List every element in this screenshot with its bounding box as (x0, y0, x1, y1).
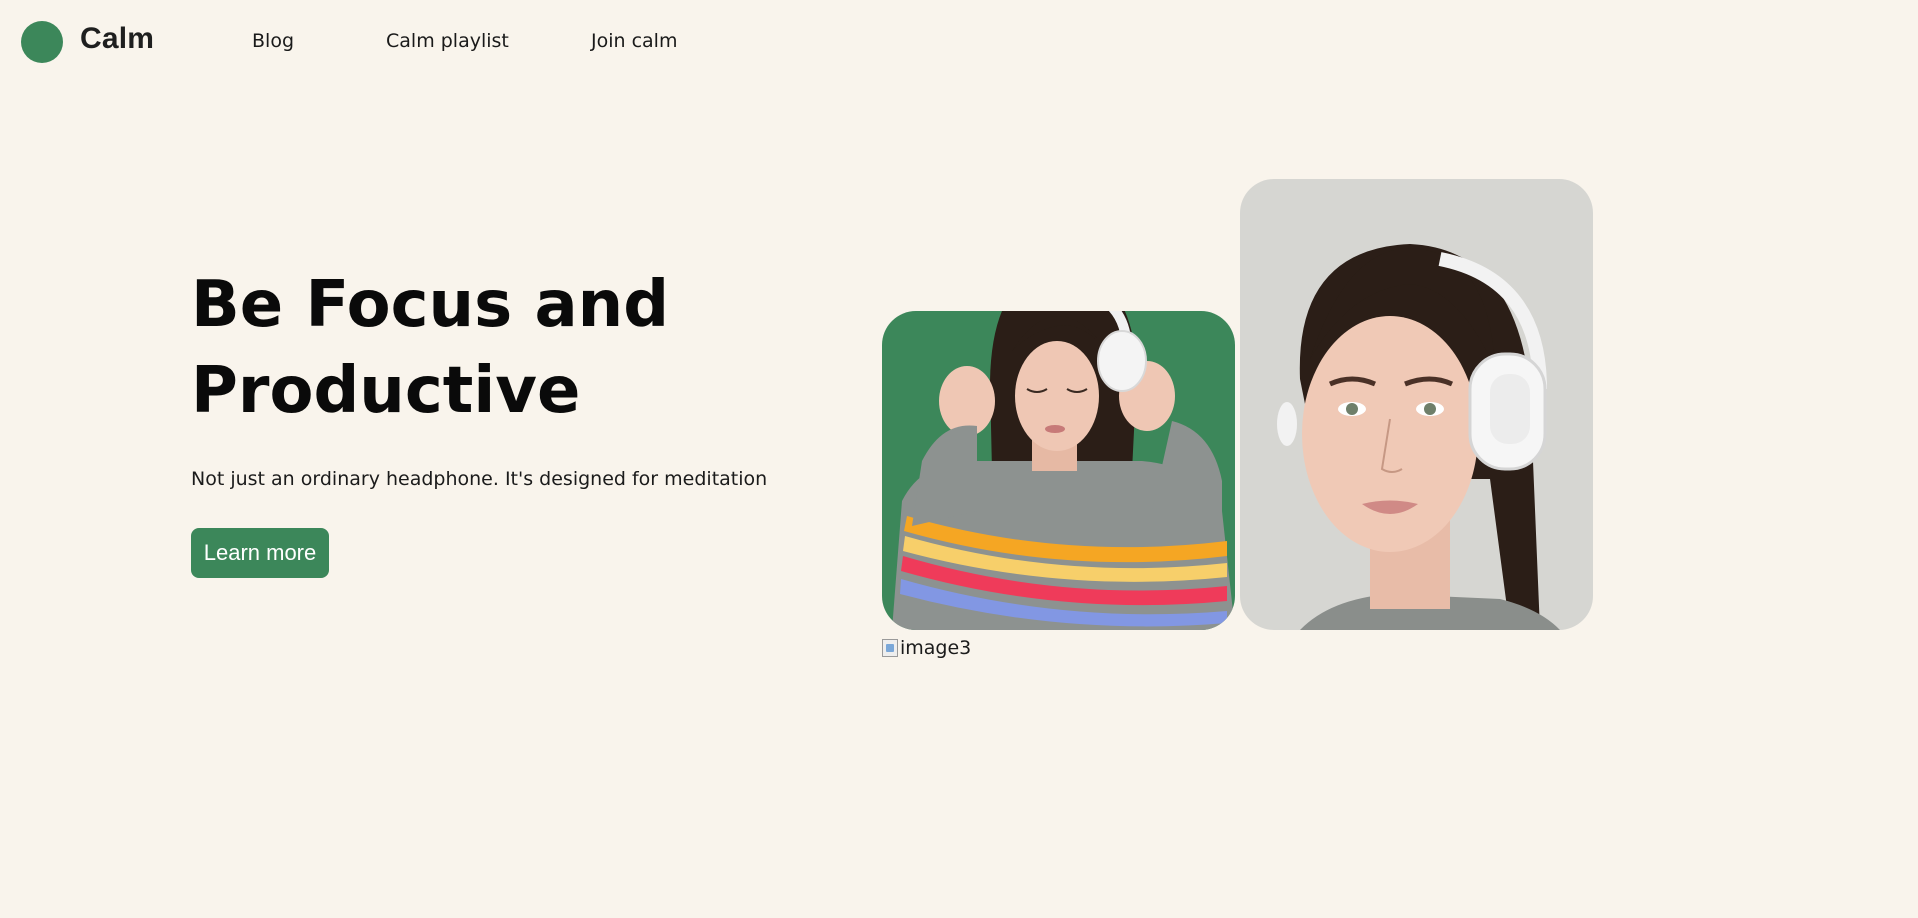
nav-link-join-calm[interactable]: Join calm (591, 30, 677, 52)
learn-more-button[interactable]: Learn more (191, 528, 329, 578)
hero-title-line-2: Productive (191, 354, 581, 428)
broken-image-icon (882, 639, 898, 657)
hero-image-1 (882, 311, 1235, 630)
broken-image-3: image3 (882, 637, 971, 659)
hero-subtitle: Not just an ordinary headphone. It's des… (191, 468, 768, 490)
page: Calm Blog Calm playlist Join calm Be Foc… (0, 0, 1918, 918)
nav-link-calm-playlist[interactable]: Calm playlist (386, 30, 509, 52)
nav-link-blog[interactable]: Blog (252, 30, 294, 52)
hero-image-2 (1240, 179, 1593, 630)
hero-title: Be Focus and Productive (191, 262, 811, 434)
woman-headphones-illustration-2 (1277, 244, 1560, 630)
woman-headphones-illustration-1 (892, 311, 1235, 630)
top-nav: Calm Blog Calm playlist Join calm (0, 0, 1918, 86)
brand-name[interactable]: Calm (80, 22, 154, 56)
hero-title-line-1: Be Focus and (191, 268, 669, 342)
broken-image-alt-text: image3 (900, 637, 972, 659)
logo-icon[interactable] (21, 21, 63, 63)
